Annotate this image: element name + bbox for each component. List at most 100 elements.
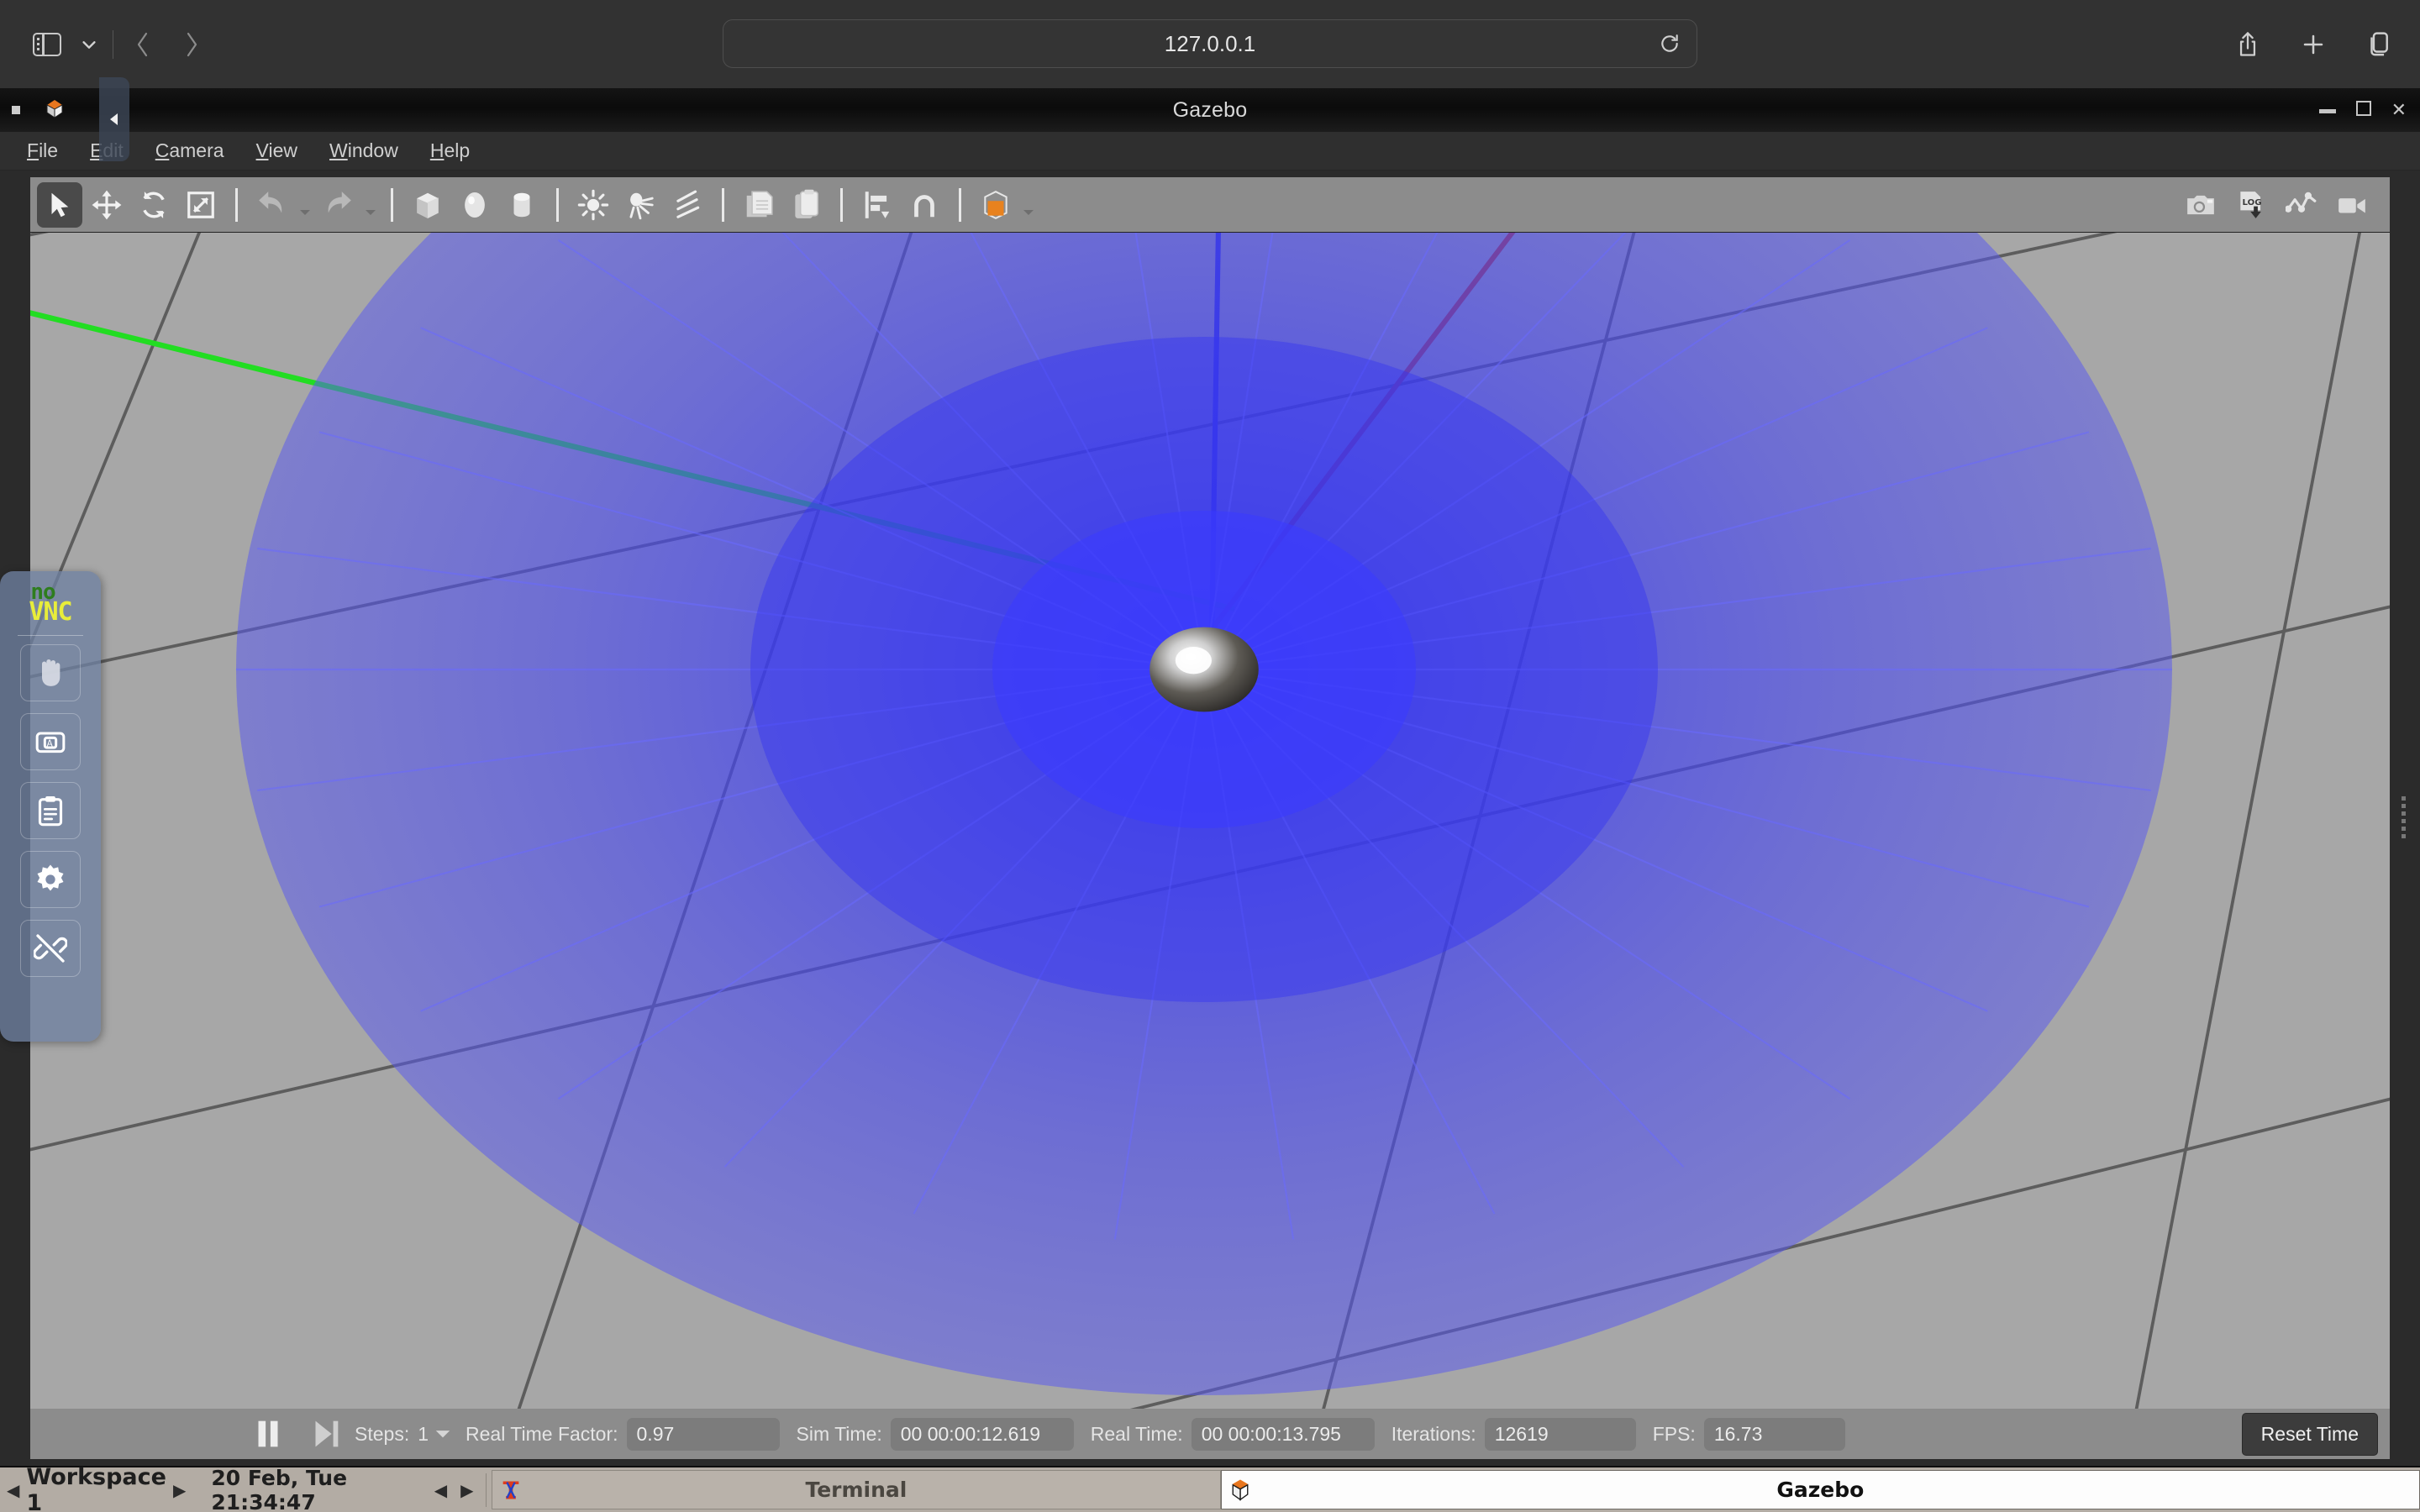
share-icon (2239, 31, 2256, 56)
align-icon (865, 191, 890, 218)
scale-tool-button[interactable] (178, 182, 224, 228)
log-download-icon: LOG (2240, 191, 2262, 218)
desktop-taskbar: ◀ Workspace 1 ▶ 20 Feb, Tue 21:34:47 ◀ ▶… (0, 1464, 2420, 1512)
clock-prev-button[interactable]: ◀ (428, 1480, 454, 1500)
maximize-icon (2355, 101, 2371, 116)
cylinder-tool-button[interactable] (499, 182, 544, 228)
gazebo-main-panel: LOG Steps: 1 Real Time Factor: 0.97 Sim … (30, 177, 2390, 1459)
taskbar-divider (485, 1473, 487, 1507)
screenshot-tool-button[interactable] (2178, 182, 2223, 228)
steps-dropdown-button[interactable] (434, 1425, 452, 1443)
undo-tool-button[interactable] (250, 182, 295, 228)
menu-file[interactable]: File (13, 134, 71, 167)
new-tab-button[interactable] (2291, 22, 2336, 67)
novnc-keyboard-button[interactable]: A (20, 713, 81, 770)
novnc-logo-vnc: VNC (29, 597, 72, 627)
right-splitter-handle[interactable] (2402, 793, 2410, 843)
reload-button[interactable] (1655, 29, 1685, 59)
plot-tool-button[interactable] (2279, 182, 2324, 228)
menu-view[interactable]: View (243, 134, 311, 167)
browser-actions (2225, 0, 2402, 88)
svg-text:LOG: LOG (2243, 198, 2262, 207)
copy-tool-button[interactable] (736, 182, 781, 228)
gazebo-window: Gazebo ✕ File Edit Camera View Window He… (0, 88, 2420, 1466)
tabs-icon (2370, 31, 2388, 55)
forward-icon (187, 32, 197, 56)
directional-light-tool-button[interactable] (665, 182, 710, 228)
collapse-left-icon (110, 113, 118, 125)
toolbar-separator (235, 187, 238, 222)
novnc-drag-button[interactable] (20, 644, 81, 701)
translate-tool-button[interactable] (84, 182, 129, 228)
snap-tool-button[interactable] (902, 182, 947, 228)
sidebar-icon (33, 32, 61, 56)
minimize-button[interactable] (2318, 101, 2336, 119)
pause-button[interactable] (249, 1415, 287, 1453)
toolbar-separator (391, 187, 393, 222)
gazebo-toolbar: LOG (30, 177, 2390, 233)
sidebar-toggle-button[interactable] (24, 21, 71, 68)
box-tool-button[interactable] (405, 182, 450, 228)
workspace-label[interactable]: Workspace 1 (26, 1464, 166, 1512)
video-record-tool-button[interactable] (2329, 182, 2375, 228)
redo-tool-button[interactable] (315, 182, 360, 228)
rotate-tool-button[interactable] (131, 182, 176, 228)
url-text: 127.0.0.1 (1164, 30, 1256, 56)
step-button[interactable] (306, 1415, 345, 1453)
sidebar-dropdown-button[interactable] (71, 21, 108, 68)
spot-light-tool-button[interactable] (618, 182, 663, 228)
maximize-button[interactable] (2355, 101, 2371, 119)
paste-tool-button[interactable] (783, 182, 829, 228)
share-button[interactable] (2225, 22, 2270, 67)
back-button[interactable] (118, 21, 167, 68)
gazebo-logo-icon (1232, 1479, 1249, 1501)
gazebo-3d-viewport[interactable] (30, 233, 2390, 1409)
address-bar[interactable]: 127.0.0.1 (723, 19, 1697, 68)
novnc-control-bar: no VNC A (0, 571, 101, 1042)
show-tabs-button[interactable] (2356, 22, 2402, 67)
sphere-icon (465, 192, 485, 218)
forward-button[interactable] (167, 21, 216, 68)
menu-window[interactable]: Window (316, 134, 412, 167)
select-tool-button[interactable] (37, 181, 82, 228)
novnc-disconnect-button[interactable] (20, 920, 81, 977)
undo-dropdown-button[interactable] (297, 182, 313, 228)
handle-dot (2402, 827, 2406, 831)
toolbar-separator (959, 187, 961, 222)
fps-value: 16.73 (1703, 1417, 1845, 1451)
real-time-factor-value: 0.97 (626, 1417, 780, 1451)
novnc-collapse-tab[interactable] (99, 77, 129, 161)
align-tool-button[interactable] (855, 182, 900, 228)
workspace-next-button[interactable]: ▶ (166, 1480, 192, 1500)
reset-time-button[interactable]: Reset Time (2241, 1412, 2378, 1456)
log-tool-button[interactable]: LOG (2228, 182, 2274, 228)
view-mode-dropdown-button[interactable] (1020, 182, 1037, 228)
close-button[interactable]: ✕ (2391, 101, 2407, 119)
view-mode-tool-button[interactable] (973, 182, 1018, 228)
workspace-prev-button[interactable]: ◀ (0, 1480, 26, 1500)
plot-line-icon (2286, 192, 2317, 213)
step-forward-icon (315, 1420, 339, 1447)
point-light-tool-button[interactable] (571, 182, 616, 228)
clock-label: 20 Feb, Tue 21:34:47 (211, 1465, 348, 1512)
taskbar-item-gazebo[interactable]: Gazebo (1220, 1470, 2420, 1509)
steps-value: 1 (418, 1422, 429, 1445)
taskbar-item-terminal[interactable]: Terminal (492, 1470, 1221, 1509)
gazebo-body: LOG Steps: 1 Real Time Factor: 0.97 Sim … (0, 171, 2420, 1466)
gazebo-status-bar: Steps: 1 Real Time Factor: 0.97 Sim Time… (30, 1409, 2390, 1459)
menu-camera[interactable]: Camera (142, 134, 238, 167)
novnc-clipboard-button[interactable] (20, 782, 81, 839)
copy-icon (746, 190, 773, 217)
novnc-settings-button[interactable] (20, 851, 81, 908)
clock-next-button[interactable]: ▶ (454, 1480, 480, 1500)
fps-label: FPS: (1652, 1422, 1696, 1445)
sim-time-label: Sim Time: (796, 1422, 882, 1445)
menu-help[interactable]: Help (417, 134, 483, 167)
redo-dropdown-button[interactable] (362, 182, 379, 228)
browser-toolbar: 127.0.0.1 (0, 0, 2420, 88)
handle-dot (2402, 834, 2406, 838)
sphere-tool-button[interactable] (452, 182, 497, 228)
redo-arrow-icon (328, 191, 351, 213)
svg-text:A: A (47, 738, 53, 748)
terminal-icon (492, 1478, 529, 1502)
